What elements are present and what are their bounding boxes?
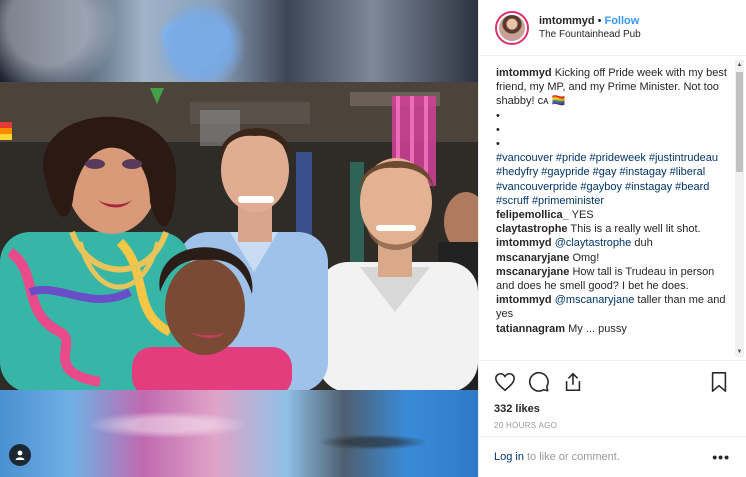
comment-mention[interactable]: @claytastrophe bbox=[555, 237, 632, 249]
list-item: mscanaryjane Omg! bbox=[496, 251, 728, 265]
comments-list: imtommyd Kicking off Pride week with my … bbox=[496, 66, 728, 358]
tagged-users-button[interactable] bbox=[9, 444, 31, 466]
comment-text: My ... pussy bbox=[568, 322, 627, 335]
post-timestamp[interactable]: 20 HOURS AGO bbox=[494, 421, 730, 430]
list-item: claytastrophe This is a really well lit … bbox=[496, 222, 728, 236]
caption-username[interactable]: imtommyd bbox=[496, 67, 552, 79]
location-link[interactable]: The Fountainhead Pub bbox=[539, 28, 641, 41]
post-header: imtommyd • Follow The Fountainhead Pub bbox=[479, 0, 746, 56]
list-item: imtommyd @mscanaryjane taller than me an… bbox=[496, 293, 728, 321]
comments-scrollbar[interactable]: ▲ ▼ bbox=[735, 60, 744, 357]
post-photo bbox=[0, 82, 478, 390]
caption-bullet: • bbox=[496, 123, 500, 136]
comment-icon[interactable] bbox=[528, 371, 550, 393]
share-icon[interactable] bbox=[562, 371, 584, 393]
caption-bullet: • bbox=[496, 109, 500, 122]
login-link[interactable]: Log in bbox=[494, 451, 524, 463]
bookmark-icon[interactable] bbox=[708, 371, 730, 393]
list-item: felipemollica_ YES bbox=[496, 208, 728, 222]
more-options-button[interactable]: ••• bbox=[712, 449, 730, 465]
caption-bullet: • bbox=[496, 138, 500, 151]
follow-button[interactable]: Follow bbox=[604, 15, 639, 27]
list-item: mscanaryjane How tall is Trudeau in pers… bbox=[496, 265, 728, 293]
heart-decoration-icon bbox=[162, 22, 230, 74]
comment-text: YES bbox=[571, 209, 594, 222]
login-prompt: Log in to like or comment. ••• bbox=[478, 436, 746, 477]
separator-dot: • bbox=[597, 14, 602, 27]
post-actions: 332 likes 20 HOURS AGO bbox=[478, 360, 746, 430]
post-media[interactable] bbox=[0, 0, 478, 477]
comment-username[interactable]: felipemollica_ bbox=[496, 209, 569, 221]
user-tag-icon bbox=[15, 450, 25, 460]
blurred-background-top bbox=[0, 0, 478, 82]
comment-mention[interactable]: @mscanaryjane bbox=[555, 294, 635, 306]
scroll-up-arrow-icon[interactable]: ▲ bbox=[735, 60, 744, 70]
avatar[interactable] bbox=[495, 10, 529, 45]
caption: imtommyd Kicking off Pride week with my … bbox=[496, 66, 728, 109]
scrollbar-thumb[interactable] bbox=[736, 72, 743, 172]
list-item: imtommyd @claytastrophe duh bbox=[496, 236, 728, 250]
username-link[interactable]: imtommyd bbox=[539, 15, 595, 27]
comment-text: This is a really well lit shot. bbox=[570, 223, 701, 236]
likes-count[interactable]: 332 likes bbox=[494, 403, 730, 415]
list-item: tatiannagram My ... pussy bbox=[496, 322, 728, 336]
comment-username[interactable]: imtommyd bbox=[496, 237, 552, 249]
comment-text: Omg! bbox=[572, 251, 600, 264]
comment-username[interactable]: mscanaryjane bbox=[496, 252, 569, 264]
comment-text: duh bbox=[634, 237, 653, 250]
login-prompt-text: to like or comment. bbox=[526, 451, 620, 463]
comment-username[interactable]: tatiannagram bbox=[496, 323, 565, 335]
avatar-image bbox=[499, 14, 525, 41]
photo-illustration bbox=[0, 82, 478, 390]
comment-username[interactable]: imtommyd bbox=[496, 294, 552, 306]
comment-username[interactable]: claytastrophe bbox=[496, 223, 568, 235]
scroll-down-arrow-icon[interactable]: ▼ bbox=[735, 347, 744, 357]
comment-username[interactable]: mscanaryjane bbox=[496, 266, 569, 278]
heart-icon[interactable] bbox=[494, 371, 516, 393]
blurred-background-bottom bbox=[0, 390, 478, 477]
caption-hashtags[interactable]: #vancouver #pride #prideweek #justintrud… bbox=[496, 151, 728, 208]
